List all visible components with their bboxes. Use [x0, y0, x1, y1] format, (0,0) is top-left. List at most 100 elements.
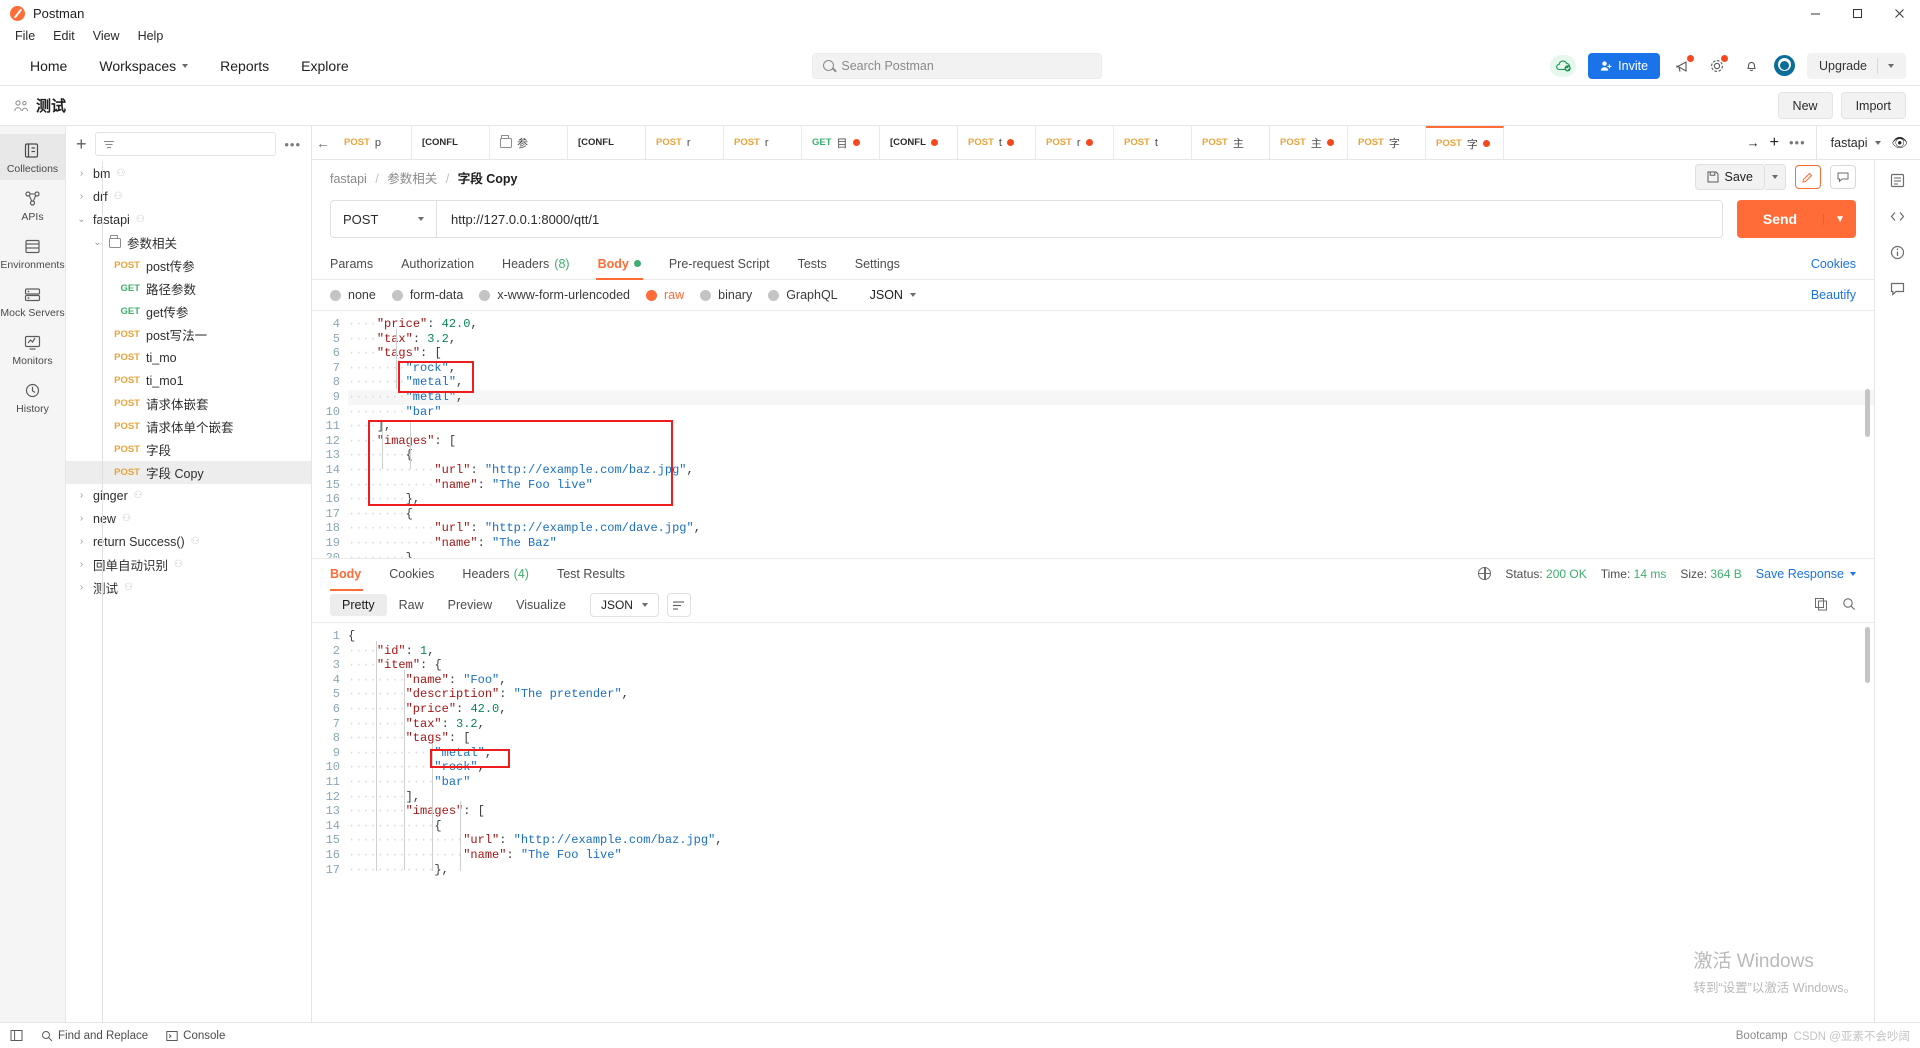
body-format-selector[interactable]: JSON [870, 288, 916, 302]
tree-item[interactable]: ⌄ fastapi ⚇ [66, 208, 311, 231]
send-options-caret-icon[interactable]: ▼ [1823, 213, 1856, 225]
response-tab-headers[interactable]: Headers (4) [448, 559, 543, 589]
open-tab[interactable]: POST t [1114, 126, 1192, 159]
tree-item[interactable]: POST 字段 Copy [66, 461, 311, 484]
response-tab-test-results[interactable]: Test Results [543, 559, 639, 589]
tab-settings[interactable]: Settings [841, 248, 914, 280]
open-tab[interactable]: POST r [1036, 126, 1114, 159]
menu-help[interactable]: Help [129, 26, 173, 46]
tabs-more-button[interactable]: ••• [1789, 135, 1806, 150]
chevron-icon[interactable]: ⌄ [76, 214, 87, 225]
open-tab[interactable]: POST 字 [1426, 126, 1504, 159]
environment-quicklook-icon[interactable]: 👁 [1891, 135, 1908, 151]
menu-file[interactable]: File [6, 26, 44, 46]
request-comments-button[interactable] [1830, 165, 1856, 189]
body-type-graphql[interactable]: GraphQL [768, 288, 838, 302]
tab-authorization[interactable]: Authorization [387, 248, 488, 280]
cookies-link[interactable]: Cookies [1811, 257, 1856, 271]
tree-item[interactable]: POST post写法一 [66, 323, 311, 346]
tree-item[interactable]: › ginger ⚇ [66, 484, 311, 507]
find-and-replace-button[interactable]: Find and Replace [41, 1030, 148, 1042]
tree-item[interactable]: POST ti_mo [66, 346, 311, 369]
workspace-name[interactable]: 测试 [14, 95, 66, 116]
open-tab[interactable]: POST 主 [1270, 126, 1348, 159]
copy-response-icon[interactable] [1814, 597, 1828, 614]
tab-tests[interactable]: Tests [784, 248, 841, 280]
tree-item[interactable]: POST 请求体嵌套 [66, 392, 311, 415]
method-selector[interactable]: POST [330, 200, 436, 238]
tree-item[interactable]: › 测试 ⚇ [66, 576, 311, 599]
tab-pre-request-script[interactable]: Pre-request Script [655, 248, 784, 280]
rail-item-mock-servers[interactable]: Mock Servers [0, 278, 66, 324]
chevron-icon[interactable]: › [76, 582, 87, 593]
avatar[interactable] [1774, 55, 1796, 76]
response-body-editor[interactable]: 1 2 3 4 5 6 7 8 9 10 11 12 13 14 15 16 17 {····"id": 1, ·… [312, 622, 1874, 1022]
rail-item-history[interactable]: History [0, 374, 66, 420]
upgrade-button[interactable]: Upgrade [1807, 52, 1906, 79]
environment-selector[interactable]: fastapi [1815, 126, 1882, 159]
view-mode-preview[interactable]: Preview [436, 594, 504, 616]
invite-button[interactable]: Invite [1588, 52, 1661, 79]
save-dropdown-button[interactable] [1765, 164, 1786, 190]
chevron-icon[interactable]: › [76, 513, 87, 524]
open-tab[interactable]: [CONFL [568, 126, 646, 159]
nav-reports[interactable]: Reports [204, 46, 285, 85]
tree-item[interactable]: POST ti_mo1 [66, 369, 311, 392]
add-collection-button[interactable]: + [76, 135, 87, 153]
body-type-form-data[interactable]: form-data [391, 288, 463, 302]
rail-item-environments[interactable]: Environments [0, 230, 66, 276]
filter-input[interactable] [94, 132, 277, 156]
breadcrumb-item-1[interactable]: 参数相关 [387, 172, 437, 186]
tree-item[interactable]: › drf ⚇ [66, 185, 311, 208]
announcements-icon[interactable] [1672, 54, 1695, 77]
view-mode-pretty[interactable]: Pretty [330, 594, 387, 616]
request-body-editor[interactable]: 4 5 6 7 8 9 10 11 12 13 14 15 16 17 18 19 20 ····"price"… [312, 310, 1874, 558]
nav-home[interactable]: Home [14, 46, 83, 85]
wrap-lines-button[interactable] [666, 593, 691, 617]
breadcrumb-item-0[interactable]: fastapi [330, 172, 367, 186]
save-button[interactable]: Save [1694, 164, 1765, 190]
tree-item[interactable]: ⌄ 参数相关 [66, 231, 311, 254]
nav-explore[interactable]: Explore [285, 46, 364, 85]
response-tab-body[interactable]: Body [330, 559, 375, 591]
gear-icon[interactable] [1706, 54, 1729, 77]
rail-item-apis[interactable]: APIs [0, 182, 66, 228]
view-mode-visualize[interactable]: Visualize [504, 594, 578, 616]
search-input[interactable]: Search Postman [812, 52, 1103, 79]
toggle-sidebar-button[interactable] [10, 1029, 23, 1042]
sync-status-icon[interactable] [1550, 54, 1577, 77]
rail-item-monitors[interactable]: Monitors [0, 326, 66, 372]
maximize-button[interactable] [1836, 0, 1878, 26]
chevron-icon[interactable]: › [76, 559, 87, 570]
open-tab[interactable]: [CONFL [412, 126, 490, 159]
menu-view[interactable]: View [84, 26, 129, 46]
open-tab[interactable]: GET 目 [802, 126, 880, 159]
response-scrollbar[interactable] [1865, 627, 1870, 683]
chevron-icon[interactable]: › [76, 191, 87, 202]
minimize-button[interactable] [1794, 0, 1836, 26]
documentation-icon[interactable] [1888, 170, 1908, 190]
request-scrollbar[interactable] [1865, 389, 1870, 437]
url-input[interactable]: http://127.0.0.1:8000/qtt/1 [436, 200, 1723, 238]
tree-item[interactable]: POST post传参 [66, 254, 311, 277]
request-code[interactable]: ····"price": 42.0, ····"tax": 3.2, ····"ta… [348, 311, 1874, 558]
bell-icon[interactable] [1740, 55, 1762, 77]
rail-item-collections[interactable]: Collections [0, 134, 66, 180]
response-tab-cookies[interactable]: Cookies [375, 559, 448, 589]
open-tab[interactable]: POST 主 [1192, 126, 1270, 159]
tree-item[interactable]: POST 字段 [66, 438, 311, 461]
open-tab[interactable]: POST p [334, 126, 412, 159]
tree-item[interactable]: › 回单自动识别 ⚇ [66, 553, 311, 576]
body-type-raw[interactable]: raw [646, 288, 684, 302]
chevron-icon[interactable]: › [76, 536, 87, 547]
open-tab[interactable]: POST r [724, 126, 802, 159]
tree-item[interactable]: › return Success() ⚇ [66, 530, 311, 553]
close-button[interactable] [1878, 0, 1920, 26]
tabs-scroll-left-icon[interactable]: ← [312, 126, 334, 159]
open-tab[interactable]: POST 字 [1348, 126, 1426, 159]
new-tab-button[interactable]: + [1770, 134, 1779, 152]
nav-workspaces[interactable]: Workspaces [83, 46, 204, 85]
tab-headers[interactable]: Headers (8) [488, 248, 584, 280]
tab-body[interactable]: Body [584, 248, 655, 280]
chevron-icon[interactable]: › [76, 490, 87, 501]
